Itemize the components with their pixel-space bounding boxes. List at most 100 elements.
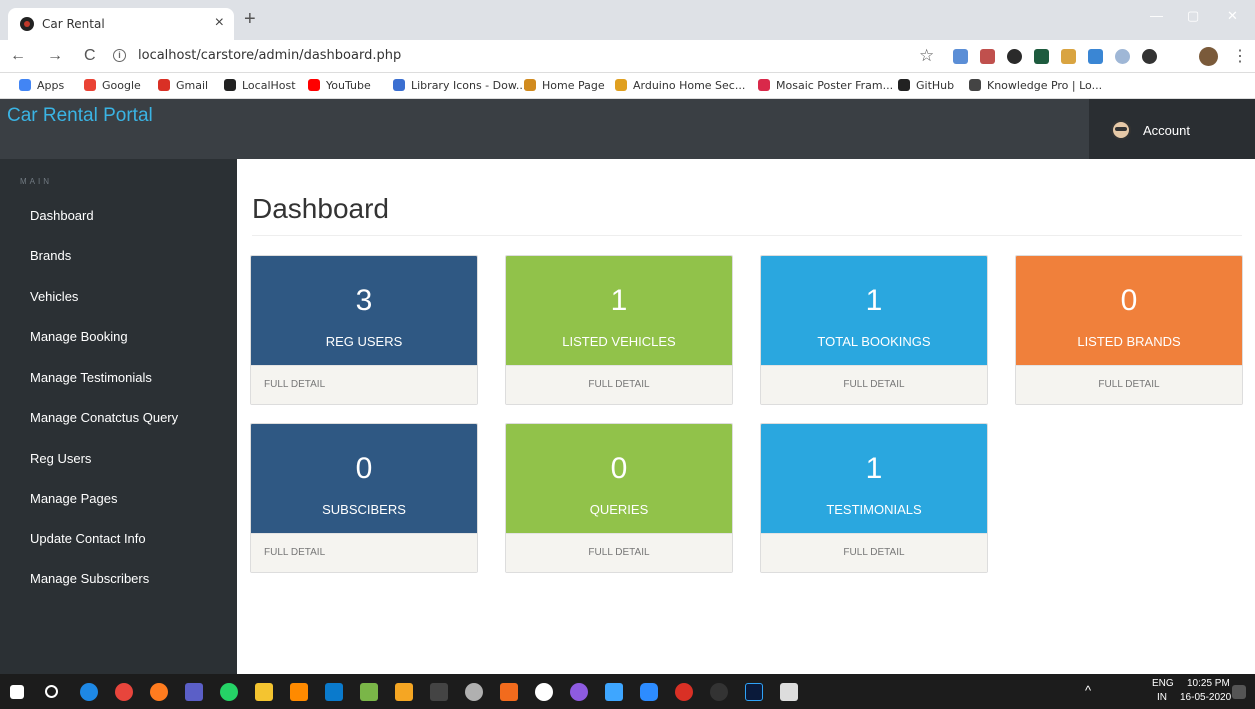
bookmark-youtube[interactable]: YouTube	[308, 79, 371, 92]
file-explorer-icon[interactable]	[255, 683, 273, 701]
download-icon[interactable]	[1142, 49, 1157, 64]
screen: Car Rental × + — ▢ ✕ ← → C i localhost/c…	[0, 0, 1255, 709]
app-icon[interactable]	[570, 683, 588, 701]
url-field[interactable]: localhost/carstore/admin/dashboard.php	[138, 48, 401, 63]
full-detail-link[interactable]: FULL DETAIL	[506, 547, 732, 558]
full-detail-link[interactable]: FULL DETAIL	[761, 547, 987, 558]
search-icon[interactable]	[45, 685, 58, 698]
whatsapp-icon[interactable]	[220, 683, 238, 701]
close-window-button[interactable]: ✕	[1227, 8, 1238, 24]
sidebar-item-update-contact-info[interactable]: Update Contact Info	[30, 531, 146, 546]
extension-icon[interactable]	[1061, 49, 1076, 64]
sidebar-item-manage-testimonials[interactable]: Manage Testimonials	[30, 370, 152, 385]
app-icon[interactable]	[465, 683, 483, 701]
profile-avatar[interactable]	[1199, 47, 1218, 66]
vscode-icon[interactable]	[325, 683, 343, 701]
account-avatar	[1111, 120, 1131, 140]
chrome-icon[interactable]	[115, 683, 133, 701]
bookmark-localhost[interactable]: LocalHost	[224, 79, 296, 92]
extension-icon[interactable]	[1088, 49, 1103, 64]
tray-expand-icon[interactable]: ^	[1085, 683, 1091, 698]
full-detail-link[interactable]: FULL DETAIL	[264, 379, 477, 390]
sidebar-item-brands[interactable]: Brands	[30, 248, 71, 263]
app-icon[interactable]	[780, 683, 798, 701]
knowledge-pro-icon	[969, 79, 981, 91]
tab-close-icon[interactable]: ×	[215, 14, 224, 32]
clock-date[interactable]: 16-05-2020	[1180, 692, 1231, 703]
card-listed-brands: 0 LISTED BRANDS FULL DETAIL	[1015, 255, 1243, 405]
terminal-icon[interactable]	[430, 683, 448, 701]
photoshop-icon[interactable]	[745, 683, 763, 701]
bookmarks-bar: Apps Google Gmail LocalHost YouTube Libr…	[0, 73, 1255, 99]
card-listed-vehicles: 1 LISTED VEHICLES FULL DETAIL	[505, 255, 733, 405]
bookmark-apps[interactable]: Apps	[19, 79, 64, 92]
sidebar-heading: MAIN	[20, 177, 52, 186]
teams-icon[interactable]	[185, 683, 203, 701]
localhost-app-icon[interactable]	[710, 683, 728, 701]
clock-time[interactable]: 10:25 PM	[1187, 678, 1230, 689]
card-label: LISTED VEHICLES	[562, 334, 676, 349]
extension-icon[interactable]	[1115, 49, 1130, 64]
sublime-icon[interactable]	[395, 683, 413, 701]
sidebar-item-vehicles[interactable]: Vehicles	[30, 289, 78, 304]
browser-tab[interactable]: Car Rental ×	[8, 8, 234, 40]
full-detail-link[interactable]: FULL DETAIL	[1016, 379, 1242, 390]
gmail-app-icon[interactable]	[675, 683, 693, 701]
github-desktop-icon[interactable]	[535, 683, 553, 701]
sidebar-item-manage-booking[interactable]: Manage Booking	[30, 329, 128, 344]
card-subscribers: 0 SUBSCIBERS FULL DETAIL	[250, 423, 478, 573]
zoom-icon[interactable]	[640, 683, 658, 701]
sidebar-item-manage-subscribers[interactable]: Manage Subscribers	[30, 571, 149, 586]
bookmark-library-icons[interactable]: Library Icons - Dow...	[393, 79, 526, 92]
bookmark-google[interactable]: Google	[84, 79, 141, 92]
arduino-icon	[615, 79, 627, 91]
sidebar-item-manage-pages[interactable]: Manage Pages	[30, 491, 117, 506]
extension-icon[interactable]	[1007, 49, 1022, 64]
home-page-icon	[524, 79, 536, 91]
bookmark-knowledge-pro[interactable]: Knowledge Pro | Lo...	[969, 79, 1102, 92]
forward-button[interactable]: →	[47, 47, 63, 65]
card-footer: FULL DETAIL	[251, 365, 477, 404]
language-indicator[interactable]: ENG	[1152, 678, 1174, 689]
sidebar-item-manage-contactus-query[interactable]: Manage Conatctus Query	[30, 410, 178, 425]
full-detail-link[interactable]: FULL DETAIL	[506, 379, 732, 390]
brand-title[interactable]: Car Rental Portal	[7, 105, 153, 127]
bookmark-arduino[interactable]: Arduino Home Sec...	[615, 79, 745, 92]
bookmark-gmail[interactable]: Gmail	[158, 79, 208, 92]
firefox-icon[interactable]	[150, 683, 168, 701]
app-icon[interactable]	[500, 683, 518, 701]
card-count: 0	[610, 452, 628, 485]
edge-icon[interactable]	[80, 683, 98, 701]
sidebar-item-dashboard[interactable]: Dashboard	[30, 208, 94, 223]
new-tab-button[interactable]: +	[244, 8, 256, 31]
full-detail-link[interactable]: FULL DETAIL	[761, 379, 987, 390]
site-info-icon[interactable]: i	[113, 49, 126, 62]
notifications-icon[interactable]	[1232, 685, 1246, 699]
language-region[interactable]: IN	[1157, 692, 1167, 703]
extension-icon[interactable]	[980, 49, 995, 64]
extension-icon[interactable]	[953, 49, 968, 64]
mosaic-icon	[758, 79, 770, 91]
full-detail-link[interactable]: FULL DETAIL	[264, 547, 477, 558]
github-icon	[898, 79, 910, 91]
sidebar-item-reg-users[interactable]: Reg Users	[30, 451, 91, 466]
bookmark-mosaic[interactable]: Mosaic Poster Fram...	[758, 79, 893, 92]
maximize-button[interactable]: ▢	[1187, 8, 1199, 24]
bookmark-github[interactable]: GitHub	[898, 79, 954, 92]
windows-start-icon[interactable]	[10, 685, 24, 699]
app-icon[interactable]	[290, 683, 308, 701]
card-label: TOTAL BOOKINGS	[817, 334, 931, 349]
app-icon[interactable]	[605, 683, 623, 701]
minimize-button[interactable]: —	[1150, 8, 1163, 23]
gmail-icon	[158, 79, 170, 91]
app-header: Car Rental Portal Account	[0, 99, 1255, 159]
back-button[interactable]: ←	[10, 47, 26, 65]
bookmark-star-icon[interactable]: ☆	[919, 46, 934, 66]
account-menu[interactable]: Account	[1089, 99, 1255, 159]
app-icon[interactable]	[360, 683, 378, 701]
chrome-menu-icon[interactable]: ⋮	[1232, 46, 1248, 66]
bookmark-home-page[interactable]: Home Page	[524, 79, 605, 92]
reload-button[interactable]: C	[84, 47, 96, 65]
extension-icon[interactable]	[1034, 49, 1049, 64]
card-panel: 0 SUBSCIBERS	[251, 424, 477, 533]
